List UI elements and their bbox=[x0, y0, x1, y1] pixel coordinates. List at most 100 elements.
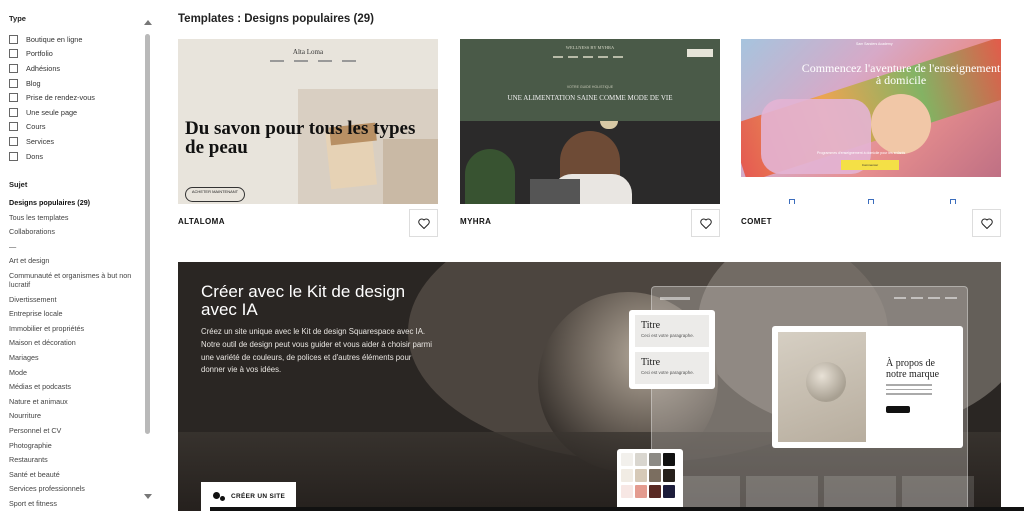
type-filter-item[interactable]: Cours bbox=[9, 120, 95, 135]
page-title: Templates : Designs populaires (29) bbox=[178, 13, 374, 25]
checkbox[interactable] bbox=[9, 63, 18, 73]
thumb-laptop bbox=[530, 179, 580, 204]
type-filter-label: Services bbox=[26, 136, 54, 146]
mock-grid bbox=[668, 476, 974, 511]
sujet-item-divertissement[interactable]: Divertissement bbox=[9, 295, 139, 304]
palette-swatch bbox=[663, 485, 675, 498]
thumb-headline: UNE ALIMENTATION SAINE COMME MODE DE VIE bbox=[507, 94, 673, 102]
sujet-item-maison[interactable]: Maison et décoration bbox=[9, 338, 139, 347]
dots-icon bbox=[213, 491, 225, 502]
ai-design-kit-banner: Titre Ceci est votre paragraphe. Titre C… bbox=[178, 262, 1001, 511]
mock-color-palette bbox=[617, 449, 683, 511]
palette-row bbox=[621, 469, 679, 482]
sujet-item-nature[interactable]: Nature et animaux bbox=[9, 397, 139, 406]
favorite-button[interactable] bbox=[691, 209, 720, 237]
thumb-button: Commencer bbox=[841, 160, 899, 170]
sujet-item-art-et-design[interactable]: Art et design bbox=[9, 256, 139, 265]
sujet-item-medias[interactable]: Médias et podcasts bbox=[9, 382, 139, 391]
chevron-down-icon[interactable] bbox=[144, 494, 152, 499]
mock-nav bbox=[894, 297, 957, 299]
template-name[interactable]: ALTALOMA bbox=[178, 217, 225, 226]
mock-about-card: À propos de notre marque bbox=[772, 326, 963, 448]
type-filter-item[interactable]: Adhésions bbox=[9, 61, 95, 76]
template-name[interactable]: COMET bbox=[741, 217, 772, 226]
thumb-hero bbox=[460, 39, 720, 121]
checkbox[interactable] bbox=[9, 49, 18, 59]
thumb-feature-icon bbox=[789, 199, 795, 204]
checkbox[interactable] bbox=[9, 78, 18, 88]
thumb-brand: Sam Sanders Academy bbox=[856, 42, 893, 46]
checkbox[interactable] bbox=[9, 93, 18, 103]
palette-swatch bbox=[649, 453, 661, 466]
template-thumbnail[interactable]: Sam Sanders Academy Commencez l'aventure… bbox=[741, 39, 1001, 204]
thumb-cta bbox=[687, 49, 713, 57]
checkbox[interactable] bbox=[9, 107, 18, 117]
checkbox[interactable] bbox=[9, 151, 18, 161]
sujet-item-mariages[interactable]: Mariages bbox=[9, 353, 139, 362]
sujet-item-immobilier[interactable]: Immobilier et propriétés bbox=[9, 324, 139, 333]
sujet-item-mode[interactable]: Mode bbox=[9, 368, 139, 377]
filter-sidebar: Type Boutique en ligne Portfolio Adhésio… bbox=[0, 0, 156, 511]
sujet-item-entreprise-locale[interactable]: Entreprise locale bbox=[9, 309, 139, 318]
scrollbar-thumb[interactable] bbox=[145, 34, 150, 434]
favorite-button[interactable] bbox=[409, 209, 438, 237]
thumb-subtext: Programmes d'enseignement à domicile pou… bbox=[817, 151, 906, 155]
type-section-title: Type bbox=[9, 14, 26, 23]
mock-about-text bbox=[886, 384, 932, 398]
palette-swatch bbox=[663, 453, 675, 466]
sujet-item-personnel[interactable]: Personnel et CV bbox=[9, 426, 139, 435]
sujet-item-photographie[interactable]: Photographie bbox=[9, 441, 139, 450]
type-filter-label: Adhésions bbox=[26, 63, 61, 73]
template-card[interactable]: WELLNESS BY MYHRA VOTRE GUIDE HOLISTIQUE… bbox=[460, 39, 720, 239]
heart-icon bbox=[417, 218, 430, 229]
chevron-up-icon[interactable] bbox=[144, 20, 152, 25]
sujet-item-communaute[interactable]: Communauté et organismes à but non lucra… bbox=[9, 271, 139, 289]
thumb-nav bbox=[553, 56, 623, 58]
type-filter-label: Cours bbox=[26, 122, 46, 132]
template-thumbnail[interactable]: Alta Loma Du savon pour tous les types d… bbox=[178, 39, 438, 204]
checkbox[interactable] bbox=[9, 34, 18, 44]
mock-heading: Titre bbox=[641, 320, 661, 331]
template-card[interactable]: Sam Sanders Academy Commencez l'aventure… bbox=[741, 39, 1001, 239]
sujet-item-restaurants[interactable]: Restaurants bbox=[9, 455, 139, 464]
sidebar-scrollbar[interactable] bbox=[143, 14, 153, 504]
type-filter-item[interactable]: Services bbox=[9, 134, 95, 149]
mock-logo-bar bbox=[660, 297, 690, 300]
thumb-child bbox=[871, 94, 931, 154]
sujet-item-designs-populaires[interactable]: Designs populaires (29) bbox=[9, 198, 139, 207]
sujet-item-sport[interactable]: Sport et fitness bbox=[9, 499, 139, 508]
favorite-button[interactable] bbox=[972, 209, 1001, 237]
type-filter-label: Dons bbox=[26, 151, 44, 161]
checkbox[interactable] bbox=[9, 136, 18, 146]
sujet-item-sante[interactable]: Santé et beauté bbox=[9, 470, 139, 479]
sujet-item-services-pro[interactable]: Services professionnels bbox=[9, 484, 139, 493]
thumb-headline: Commencez l'aventure de l'enseignement à… bbox=[801, 61, 1001, 87]
mock-paragraph: Ceci est votre paragraphe. bbox=[641, 370, 695, 375]
type-filter-item[interactable]: Boutique en ligne bbox=[9, 32, 95, 47]
palette-swatch bbox=[635, 469, 647, 482]
type-filter-item[interactable]: Une seule page bbox=[9, 105, 95, 120]
template-card[interactable]: Alta Loma Du savon pour tous les types d… bbox=[178, 39, 438, 239]
thumb-feature-icon bbox=[950, 199, 956, 204]
bottom-edge bbox=[210, 507, 1024, 511]
type-filter-item[interactable]: Prise de rendez-vous bbox=[9, 90, 95, 105]
type-filter-item[interactable]: Blog bbox=[9, 76, 95, 91]
sujet-item-nourriture[interactable]: Nourriture bbox=[9, 411, 139, 420]
palette-swatch bbox=[635, 453, 647, 466]
template-name[interactable]: MYHRA bbox=[460, 217, 491, 226]
sujet-item-collaborations[interactable]: Collaborations bbox=[9, 227, 139, 236]
template-thumbnail[interactable]: WELLNESS BY MYHRA VOTRE GUIDE HOLISTIQUE… bbox=[460, 39, 720, 204]
type-filter-item[interactable]: Portfolio bbox=[9, 47, 95, 62]
type-filter-label: Blog bbox=[26, 78, 41, 88]
mock-heading-card: Titre Ceci est votre paragraphe. Titre C… bbox=[629, 310, 715, 389]
palette-swatch bbox=[635, 485, 647, 498]
mock-about-button bbox=[886, 406, 910, 413]
type-filter-item[interactable]: Dons bbox=[9, 149, 95, 164]
sujet-item-tous-les-templates[interactable]: Tous les templates bbox=[9, 213, 139, 222]
palette-swatch bbox=[649, 469, 661, 482]
sujet-divider: — bbox=[9, 241, 17, 251]
thumb-feature-icon bbox=[868, 199, 874, 204]
type-filter-list: Boutique en ligne Portfolio Adhésions Bl… bbox=[9, 32, 95, 163]
checkbox[interactable] bbox=[9, 122, 18, 132]
banner-description: Créez un site unique avec le Kit de desi… bbox=[201, 327, 433, 375]
